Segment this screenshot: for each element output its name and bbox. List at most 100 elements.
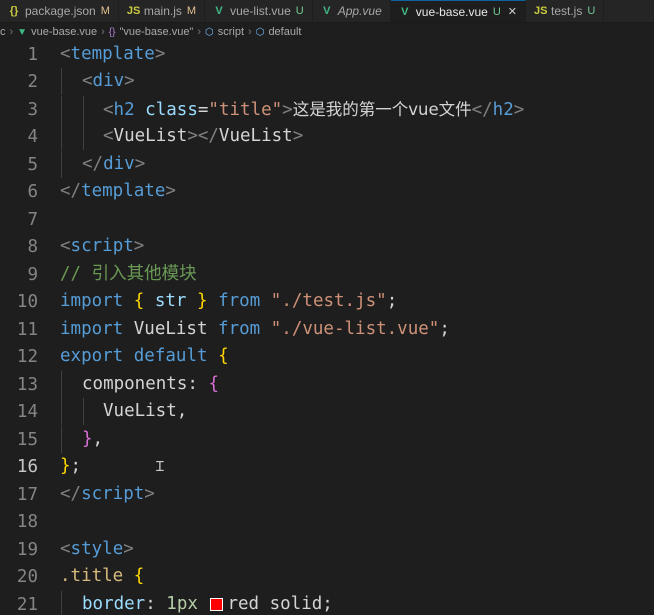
string-literal: "./test.js": [270, 291, 387, 311]
code-line[interactable]: 6 </template>: [0, 178, 654, 205]
color-swatch-icon[interactable]: [210, 597, 224, 611]
code-line[interactable]: 13 components: {: [0, 371, 654, 398]
code-text[interactable]: <script>: [60, 233, 144, 260]
code-line[interactable]: 8 <script>: [0, 233, 654, 260]
breadcrumb-root[interactable]: c: [0, 26, 6, 38]
keyword: from: [218, 291, 261, 311]
tab-main-js[interactable]: JS main.js M: [119, 0, 206, 22]
code-text[interactable]: <style>: [60, 536, 134, 563]
tab-package-json[interactable]: {} package.json M: [0, 0, 119, 22]
code-line[interactable]: 21 border: 1px red solid;: [0, 591, 654, 615]
code-line[interactable]: 1 <template>: [0, 41, 654, 68]
breadcrumb-file[interactable]: vue-base.vue: [31, 26, 97, 38]
tag-bracket: <: [60, 236, 71, 256]
code-line[interactable]: 4 <VueList></VueList>: [0, 123, 654, 150]
close-icon[interactable]: ✕: [508, 5, 517, 18]
line-number: 14: [16, 401, 38, 422]
tab-label: package.json: [25, 4, 96, 18]
code-text[interactable]: <h2 class="title">这是我的第一个vue文件</h2>: [103, 96, 524, 123]
code-line[interactable]: 19 <style>: [0, 536, 654, 563]
breadcrumb-default[interactable]: default: [268, 26, 301, 38]
code-text[interactable]: </div>: [82, 151, 145, 178]
code-line[interactable]: 2 <div>: [0, 68, 654, 95]
line-number: 7: [27, 209, 38, 230]
indent-guide: [83, 123, 84, 150]
code-text[interactable]: <VueList></VueList>: [103, 123, 303, 150]
line-number: 11: [16, 319, 38, 340]
line-number: 20: [16, 566, 38, 587]
tag-bracket: >: [144, 484, 155, 504]
colon: :: [145, 594, 167, 614]
code-text[interactable]: </template>: [60, 178, 176, 205]
code-line[interactable]: 9 // 引入其他模块: [0, 261, 654, 288]
tab-app-vue[interactable]: V App.vue: [313, 0, 391, 22]
tag-bracket: <: [103, 126, 114, 146]
semicolon: ;: [386, 291, 398, 311]
code-text[interactable]: border: 1px red solid;: [82, 591, 333, 615]
js-icon: JS: [126, 5, 141, 17]
line-number: 6: [27, 181, 38, 202]
tab-test-js[interactable]: JS test.js U: [526, 0, 605, 22]
code-text[interactable]: VueList,: [103, 398, 187, 425]
git-status-badge: M: [186, 5, 197, 17]
tab-vue-base-vue[interactable]: Vvue-base.vue U ✕: [390, 0, 526, 22]
tag-bracket: >: [292, 126, 304, 146]
line-number: 21: [16, 594, 38, 615]
code-text[interactable]: import { str } from "./test.js";: [60, 288, 397, 315]
code-text[interactable]: </script>: [60, 481, 155, 508]
vue-icon: V: [401, 5, 409, 18]
code-text[interactable]: },: [82, 426, 103, 453]
code-editor[interactable]: 1 <template> 2 <div> 3 <h2 class="title"…: [0, 40, 654, 615]
line-number: 16: [16, 456, 38, 477]
tag-bracket: <: [60, 44, 71, 64]
bracket: {: [218, 346, 229, 366]
code-line[interactable]: 5 </div>: [0, 151, 654, 178]
tab-label: vue-base.vue: [415, 4, 488, 19]
code-text[interactable]: import VueList from "./vue-list.vue";: [60, 316, 450, 343]
breadcrumb-script[interactable]: script: [218, 26, 244, 38]
indent-guide: [61, 123, 62, 150]
code-text[interactable]: .title {: [60, 563, 144, 590]
code-line[interactable]: 17 </script>: [0, 481, 654, 508]
object-icon: {}: [108, 26, 116, 38]
code-line[interactable]: 15 },: [0, 426, 654, 453]
code-text[interactable]: components: {: [82, 371, 219, 398]
code-line[interactable]: 3 <h2 class="title">这是我的第一个vue文件</h2>: [0, 96, 654, 123]
tab-label: test.js: [551, 4, 583, 18]
tab-vue-list-vue[interactable]: Vvue-list.vue U: [205, 0, 313, 22]
code-line-current[interactable]: 16 };: [0, 453, 654, 480]
chevron-right-icon: ›: [101, 26, 105, 38]
code-line[interactable]: 10 import { str } from "./test.js";: [0, 288, 654, 315]
text-content: 这是我的第一个vue文件: [292, 100, 472, 119]
indent-guide: [83, 96, 84, 123]
code-line[interactable]: 18: [0, 508, 654, 535]
component-tag: VueList: [218, 126, 293, 146]
tab-label: main.js: [143, 4, 182, 18]
code-text[interactable]: <div>: [82, 68, 135, 95]
json-icon: {}: [9, 5, 19, 17]
css-selector: .title: [60, 566, 124, 586]
code-text[interactable]: };: [60, 453, 81, 480]
code-text[interactable]: export default {: [60, 343, 229, 370]
code-text[interactable]: <template>: [60, 41, 165, 68]
code-line[interactable]: 20 .title {: [0, 563, 654, 590]
css-value: red solid;: [227, 594, 333, 614]
text-cursor-icon: Ɪ: [156, 459, 164, 475]
tag-bracket: </: [60, 484, 82, 504]
code-line[interactable]: 11 import VueList from "./vue-list.vue";: [0, 316, 654, 343]
git-status-badge: U: [492, 5, 501, 18]
code-line[interactable]: 12 export default {: [0, 343, 654, 370]
js-icon: JS: [534, 5, 548, 17]
keyword: from: [218, 319, 261, 339]
indent-guide: [61, 426, 62, 453]
keyword: default: [133, 346, 208, 366]
tag-name: div: [92, 71, 125, 91]
code-line[interactable]: 14 VueList,: [0, 398, 654, 425]
attr-value: "title": [208, 100, 283, 120]
code-line[interactable]: 7: [0, 206, 654, 233]
code-comment[interactable]: // 引入其他模块: [60, 261, 197, 288]
breadcrumb-object[interactable]: "vue-base.vue": [119, 26, 193, 38]
